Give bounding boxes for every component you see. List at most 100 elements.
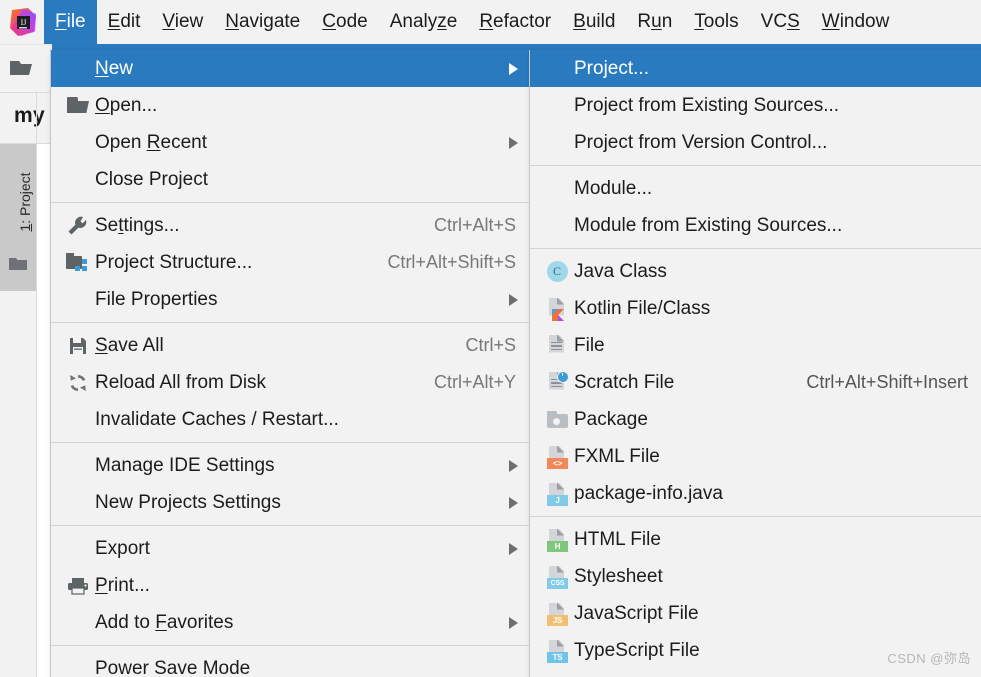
menu-separator [51,442,530,443]
html-file-icon: H [542,527,572,553]
menu-vcs-label: VCS [760,11,800,32]
menu-item-file-properties[interactable]: File Properties [51,281,530,318]
chevron-right-icon [509,293,518,306]
menu-code[interactable]: Code [311,0,378,44]
file-properties-icon-slot [63,288,93,312]
submenu-item-project[interactable]: Project... [530,50,981,87]
submenu-item-module[interactable]: Module... [530,170,981,207]
java-file-icon: J [542,481,572,507]
menu-item-save-all-label: Save All [95,334,164,356]
menu-edit-label: Edit [107,11,141,32]
submenu-item-module-from-existing-sources-label: Module from Existing Sources... [574,214,843,236]
submenu-item-kotlin-file-class-label: Kotlin File/Class [574,297,711,319]
menu-refactor[interactable]: Refactor [468,0,562,44]
submenu-item-scratch-file[interactable]: Scratch File Ctrl+Alt+Shift+Insert [530,364,981,401]
save-icon [63,334,93,358]
submenu-item-fxml-file-label: FXML File [574,445,660,467]
power-save-mode-icon-slot [63,657,93,677]
menu-vcs[interactable]: VCS [750,0,811,44]
menu-tools[interactable]: Tools [683,0,749,44]
fxml-file-icon-tag: <> [547,457,568,469]
menu-navigate-label: Navigate [225,11,301,32]
menu-analyze[interactable]: Analyze [379,0,469,44]
menu-file-label: File [55,11,86,32]
menu-tools-label: Tools [694,11,739,32]
menu-navigate[interactable]: Navigate [214,0,311,44]
menu-item-power-save-mode[interactable]: Power Save Mode [51,650,530,677]
menu-item-save-all[interactable]: Save All Ctrl+S [51,327,530,364]
submenu-item-fxml-file[interactable]: <> FXML File [530,438,981,475]
menu-item-export[interactable]: Export [51,530,530,567]
submenu-item-project-from-version-control[interactable]: Project from Version Control... [530,124,981,161]
menu-item-reload-all-from-disk-accel: Ctrl+Alt+Y [433,372,516,392]
html-file-icon-tag: H [547,540,568,552]
submenu-item-package-info-java[interactable]: J package-info.java [530,475,981,512]
submenu-item-html-file-label: HTML File [574,528,661,550]
submenu-item-scratch-file-label: Scratch File [574,371,675,393]
menu-item-open-recent[interactable]: Open Recent [51,124,530,161]
menu-bar: IJ File Edit View Navigate Code Analyze … [0,0,981,45]
menu-item-invalidate-caches[interactable]: Invalidate Caches / Restart... [51,401,530,438]
menu-item-manage-ide-settings[interactable]: Manage IDE Settings [51,447,530,484]
submenu-item-module-from-existing-sources[interactable]: Module from Existing Sources... [530,207,981,244]
new-projects-settings-icon-slot [63,491,93,515]
open-recent-icon-slot [63,131,93,155]
menu-item-add-to-favorites[interactable]: Add to Favorites [51,604,530,641]
menu-item-close-project[interactable]: Close Project [51,161,530,198]
menu-run-label: Run [637,11,673,32]
submenu-item-java-class[interactable]: C Java Class [530,253,981,290]
submenu-item-file-label: File [574,334,605,356]
menu-item-manage-ide-settings-label: Manage IDE Settings [95,454,275,476]
menu-item-save-all-accel: Ctrl+S [465,335,516,355]
menu-window[interactable]: Window [811,0,901,44]
project-structure-icon [63,251,93,275]
submenu-item-kotlin-file-class[interactable]: Kotlin File/Class [530,290,981,327]
svg-text:IJ: IJ [21,18,27,27]
menu-item-new[interactable]: New [51,50,530,87]
menu-view[interactable]: View [151,0,214,44]
package-icon [542,407,572,433]
javascript-file-icon: JS [542,601,572,627]
submenu-item-html-file[interactable]: H HTML File [530,521,981,558]
menu-build[interactable]: Build [562,0,626,44]
submenu-separator [530,165,981,166]
project-vcs-icon-slot [542,130,572,156]
chevron-right-icon [509,616,518,629]
submenu-item-stylesheet-label: Stylesheet [574,565,663,587]
menu-item-add-to-favorites-label: Add to Favorites [95,611,234,633]
menu-item-open[interactable]: Open... [51,87,530,124]
submenu-item-project-from-existing-sources[interactable]: Project from Existing Sources... [530,87,981,124]
menu-item-settings[interactable]: Settings... Ctrl+Alt+S [51,207,530,244]
submenu-item-package[interactable]: Package [530,401,981,438]
submenu-item-package-json-file[interactable]: JS package.json File [530,669,981,677]
menu-file[interactable]: File [44,0,97,44]
menu-item-reload-all-from-disk[interactable]: Reload All from Disk Ctrl+Alt+Y [51,364,530,401]
java-class-icon: C [542,259,572,285]
menu-item-project-structure[interactable]: Project Structure... Ctrl+Alt+Shift+S [51,244,530,281]
invalidate-caches-icon-slot [63,408,93,432]
submenu-item-file[interactable]: File [530,327,981,364]
project-existing-icon-slot [542,93,572,119]
submenu-item-package-info-java-label: package-info.java [574,482,723,504]
left-rail-lower [0,291,36,677]
menu-item-file-properties-label: File Properties [95,288,218,310]
menu-run[interactable]: Run [626,0,683,44]
menu-edit[interactable]: Edit [97,0,152,44]
add-to-favorites-icon-slot [63,611,93,635]
submenu-item-javascript-file[interactable]: JS JavaScript File [530,595,981,632]
menu-item-print[interactable]: Print... [51,567,530,604]
submenu-item-stylesheet[interactable]: CSS Stylesheet [530,558,981,595]
menu-item-export-label: Export [95,537,150,559]
chevron-right-icon [509,542,518,555]
sidebar-item-project[interactable]: 1: Project [0,144,37,291]
reload-icon [63,371,93,395]
open-folder-icon[interactable] [8,56,34,78]
submenu-separator [530,516,981,517]
project-folder-icon [9,256,27,271]
tool-window-tab-label: 1: Project [17,172,33,232]
menu-item-invalidate-caches-label: Invalidate Caches / Restart... [95,408,339,430]
submenu-item-javascript-file-label: JavaScript File [574,602,699,624]
menu-item-new-projects-settings[interactable]: New Projects Settings [51,484,530,521]
wrench-icon [63,214,93,238]
menu-item-print-label: Print... [95,574,150,596]
